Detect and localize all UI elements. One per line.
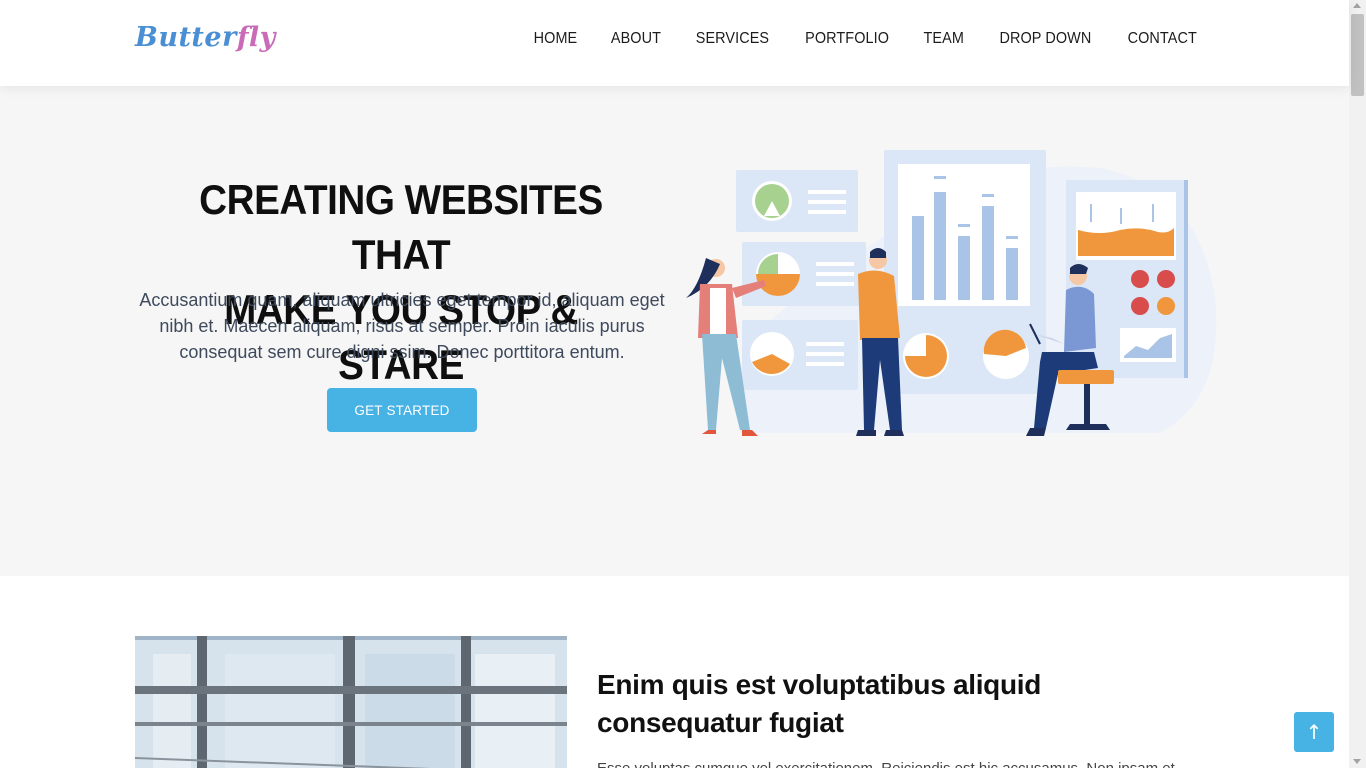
page-scrollbar[interactable]: [1349, 0, 1366, 768]
hero-title-line1: CREATING WEBSITES THAT: [199, 176, 603, 278]
hero-illustration: [686, 150, 1217, 436]
site-header: Butterfly HOME ABOUT SERVICES PORTFOLIO …: [0, 0, 1349, 86]
scroll-thumb[interactable]: [1351, 14, 1364, 96]
scroll-up-arrow-icon[interactable]: [1353, 3, 1361, 8]
nav-team[interactable]: TEAM: [924, 30, 964, 48]
building-photo: [135, 636, 567, 768]
nav-home[interactable]: HOME: [534, 30, 578, 48]
scroll-down-arrow-icon[interactable]: [1353, 759, 1361, 764]
arrow-up-icon: ↑: [1305, 720, 1323, 744]
nav-about[interactable]: ABOUT: [611, 30, 661, 48]
logo-text-part2: fly: [236, 22, 276, 53]
logo-text-part1: Butter: [135, 22, 237, 53]
about-text: Esse voluptas cumque vel exercitationem.…: [597, 760, 1197, 768]
about-title: Enim quis est voluptatibus aliquid conse…: [597, 669, 1042, 738]
nav-portfolio[interactable]: PORTFOLIO: [805, 30, 889, 48]
nav-drop-down[interactable]: DROP DOWN: [999, 30, 1091, 48]
nav-contact[interactable]: CONTACT: [1127, 30, 1196, 48]
logo[interactable]: Butterfly: [135, 22, 276, 53]
nav-services[interactable]: SERVICES: [696, 30, 769, 48]
hero-description: Accusantium quam, aliquam ultricies eget…: [139, 290, 665, 362]
back-to-top-button[interactable]: ↑: [1294, 712, 1334, 752]
main-nav: HOME ABOUT SERVICES PORTFOLIO TEAM DROP …: [502, 30, 1199, 48]
get-started-button[interactable]: GET STARTED: [327, 388, 477, 432]
about-image: [135, 636, 567, 768]
hero-section: CREATING WEBSITES THAT MAKE YOU STOP & S…: [0, 86, 1349, 576]
